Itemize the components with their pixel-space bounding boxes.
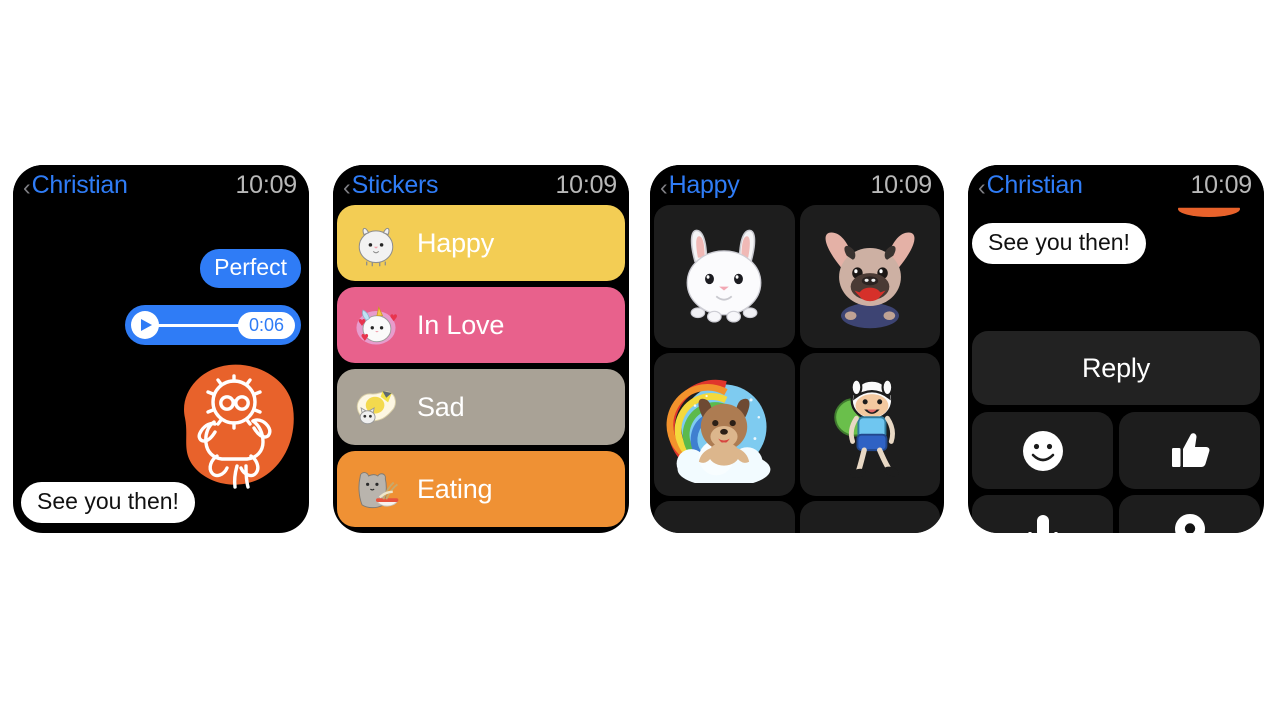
chevron-left-icon[interactable]: ‹: [978, 175, 986, 199]
message-list: Perfect 0:06 See you then!: [13, 205, 309, 533]
nav-title[interactable]: Happy: [669, 172, 740, 198]
cream-blob-partial-sticker: [812, 515, 928, 534]
watch-screen-sticker-grid: ‹ Happy 10:09: [650, 165, 944, 533]
sticker-pack-row-sad[interactable]: Sad: [337, 369, 625, 445]
quick-reply-panel: See you then! Reply: [968, 205, 1264, 533]
nav-title[interactable]: Christian: [32, 172, 128, 198]
message-bubble-received[interactable]: See you then!: [21, 481, 195, 523]
clock: 10:09: [870, 170, 932, 199]
sticker-pack-list: Happy In Love Sad Eating: [333, 205, 629, 533]
sticker-pack-label: In Love: [417, 309, 505, 340]
chevron-left-icon[interactable]: ‹: [660, 175, 668, 199]
sticker-pack-label: Eating: [417, 473, 493, 504]
sticker-pack-label: Sad: [417, 391, 465, 422]
white-hamster-sticker: [347, 214, 405, 272]
back-navigation[interactable]: ‹ Christian: [23, 172, 128, 199]
fried-egg-cat-sticker: [347, 378, 405, 436]
sticker-cell-adventure-finn[interactable]: [799, 353, 940, 496]
watch-screen-sticker-packs: ‹ Stickers 10:09 Happy In Love Sad Eatin…: [333, 165, 629, 533]
smiley-button[interactable]: [972, 412, 1113, 489]
back-navigation[interactable]: ‹ Stickers: [343, 172, 439, 199]
white-cat-partial-sticker: [730, 532, 732, 533]
chevron-left-icon[interactable]: ‹: [343, 175, 351, 199]
cat-noodles-sticker: [347, 460, 405, 518]
status-bar: ‹ Stickers 10:09: [333, 165, 629, 205]
clock: 10:09: [555, 170, 617, 199]
thumbs-up-button[interactable]: [1119, 412, 1260, 489]
audio-message-bubble[interactable]: 0:06: [125, 305, 301, 345]
unicorn-hearts-sticker: [347, 296, 405, 354]
watch-screen-quick-reply: ‹ Christian 10:09 See you then! Reply: [968, 165, 1264, 533]
location-button[interactable]: [1119, 495, 1260, 533]
sticker-cell-white-cat-partial[interactable]: [654, 501, 795, 533]
message-bubble-sent[interactable]: Perfect: [200, 249, 301, 289]
location-pin-icon: [1174, 513, 1205, 533]
audio-duration: 0:06: [237, 311, 295, 339]
white-bunny-sticker: [686, 229, 762, 323]
microphone-button[interactable]: [972, 495, 1113, 533]
clock: 10:09: [235, 170, 297, 199]
audio-progress-track[interactable]: [157, 323, 240, 327]
microphone-icon: [1028, 514, 1057, 533]
sticker-pack-row-happy[interactable]: Happy: [337, 205, 625, 281]
clock: 10:09: [1190, 170, 1252, 199]
sticker-pack-row-eating[interactable]: Eating: [337, 451, 625, 527]
sticker-grid: [650, 205, 944, 533]
status-bar: ‹ Christian 10:09: [13, 165, 309, 205]
orange-robot-sticker[interactable]: [167, 360, 299, 492]
rainbow-puppy-cloud-sticker: [666, 379, 771, 483]
back-navigation[interactable]: ‹ Happy: [660, 172, 740, 199]
reply-button[interactable]: Reply: [972, 331, 1260, 405]
screenshot-canvas: ‹ Christian 10:09 Perfect 0:06 See you t…: [0, 0, 1280, 720]
sticker-pack-row-in-love[interactable]: In Love: [337, 287, 625, 363]
pug-dog-sticker: [825, 232, 915, 328]
play-icon[interactable]: [131, 311, 159, 339]
sticker-pack-label: Happy: [417, 227, 495, 258]
status-bar: ‹ Happy 10:09: [650, 165, 944, 205]
chevron-left-icon[interactable]: ‹: [23, 175, 31, 199]
back-navigation[interactable]: ‹ Christian: [978, 172, 1083, 199]
watch-screen-conversation: ‹ Christian 10:09 Perfect 0:06 See you t…: [13, 165, 309, 533]
status-bar: ‹ Christian 10:09: [968, 165, 1264, 205]
smiley-icon: [1022, 430, 1063, 471]
sticker-cell-pug-dog[interactable]: [799, 205, 940, 348]
sticker-cell-rainbow-puppy[interactable]: [654, 353, 795, 496]
sticker-cell-cream-blob-partial[interactable]: [799, 501, 940, 534]
thumbs-up-icon: [1171, 432, 1209, 467]
quick-action-grid: [972, 412, 1260, 533]
adventure-finn-sticker: [833, 378, 899, 478]
sticker-cell-white-bunny[interactable]: [654, 205, 795, 348]
message-bubble-received[interactable]: See you then!: [972, 223, 1146, 265]
nav-title[interactable]: Christian: [987, 172, 1083, 198]
nav-title[interactable]: Stickers: [352, 172, 439, 198]
